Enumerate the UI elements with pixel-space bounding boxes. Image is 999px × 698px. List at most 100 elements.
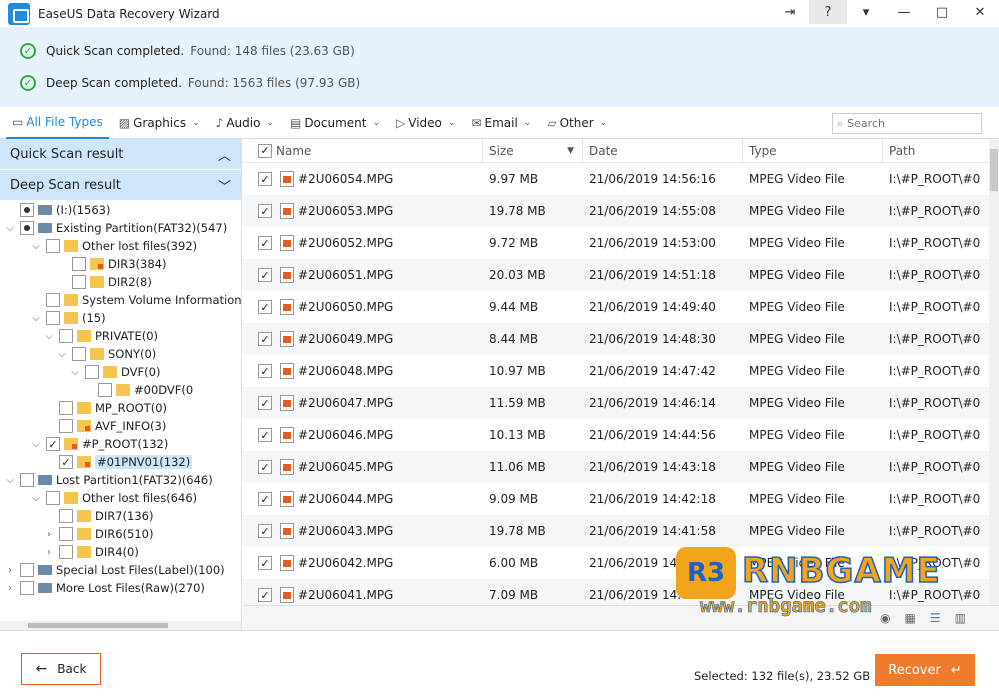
tree-checkbox[interactable] (72, 275, 86, 289)
tree-checkbox[interactable] (59, 419, 73, 433)
tree-node[interactable]: ⌵ DVF(0) (69, 363, 160, 381)
file-row[interactable]: ✓ #2U06054.MPG 9.97 MB 21/06/2019 14:56:16 M… (243, 163, 999, 195)
tree-node[interactable]: (I:)(1563) (4, 201, 110, 219)
back-button[interactable]: ← Back (21, 653, 101, 685)
file-checkbox[interactable]: ✓ (258, 428, 272, 442)
help-icon[interactable]: ? (809, 0, 847, 24)
tree-checkbox[interactable] (72, 257, 86, 271)
tree-expand-icon[interactable]: ⌵ (69, 367, 81, 378)
tree-node[interactable]: › DIR6(510) (43, 525, 153, 543)
tree-node[interactable]: ⌵ SONY(0) (56, 345, 156, 363)
column-path[interactable]: Path (883, 139, 989, 163)
file-checkbox[interactable]: ✓ (258, 556, 272, 570)
select-all-checkbox[interactable]: ✓ (258, 143, 272, 158)
file-row[interactable]: ✓ #2U06050.MPG 9.44 MB 21/06/2019 14:49:40 M… (243, 291, 999, 323)
tree-collapse-icon[interactable]: › (43, 547, 55, 558)
tree-node[interactable]: ⌵ Other lost files(646) (30, 489, 197, 507)
tree-node[interactable]: DIR7(136) (43, 507, 153, 525)
file-checkbox[interactable]: ✓ (258, 396, 272, 410)
tree-collapse-icon[interactable]: › (4, 565, 16, 576)
file-row[interactable]: ✓ #2U06042.MPG 6.00 MB 21/06/2019 14: MPEG V… (243, 547, 999, 579)
tree-node[interactable]: ⌵ PRIVATE(0) (43, 327, 158, 345)
filter-tab-all-file-types[interactable]: ▭ All File Types (6, 107, 109, 139)
file-row[interactable]: ✓ #2U06043.MPG 19.78 MB 21/06/2019 14:41:58… (243, 515, 999, 547)
menu-dropdown-icon[interactable]: ▾ (847, 0, 885, 24)
tree-checkbox[interactable] (20, 581, 34, 595)
file-list-vertical-scrollbar[interactable] (989, 139, 999, 605)
file-checkbox[interactable]: ✓ (258, 268, 272, 282)
file-checkbox[interactable]: ✓ (258, 524, 272, 538)
tree-checkbox[interactable]: ✓ (59, 455, 73, 469)
column-size[interactable]: Size ▼ (483, 139, 583, 163)
file-row[interactable]: ✓ #2U06052.MPG 9.72 MB 21/06/2019 14:53:00 M… (243, 227, 999, 259)
tree-checkbox[interactable] (72, 347, 86, 361)
tree-checkbox[interactable] (20, 203, 34, 217)
close-icon[interactable]: ✕ (961, 0, 999, 24)
filter-tab-audio[interactable]: ♪ Audio ⌄ (210, 107, 280, 139)
tree-node[interactable]: DIR2(8) (56, 273, 152, 291)
file-checkbox[interactable]: ✓ (258, 300, 272, 314)
maximize-icon[interactable]: □ (923, 0, 961, 24)
thumbnail-view-icon[interactable]: ▦ (904, 611, 915, 625)
recover-button[interactable]: Recover ↵ (875, 654, 975, 686)
filter-tab-email[interactable]: ✉ Email ⌄ (465, 107, 537, 139)
file-row[interactable]: ✓ #2U06049.MPG 8.44 MB 21/06/2019 14:48:30 M… (243, 323, 999, 355)
tree-node[interactable]: AVF_INFO(3) (43, 417, 166, 435)
tree-node[interactable]: ⌵ ✓ #P_ROOT(132) (30, 435, 168, 453)
tree-collapse-icon[interactable]: › (43, 529, 55, 540)
deep-scan-result-header[interactable]: Deep Scan result ﹀ (0, 170, 241, 201)
file-row[interactable]: ✓ #2U06047.MPG 11.59 MB 21/06/2019 14:46:14… (243, 387, 999, 419)
tree-checkbox[interactable] (46, 311, 60, 325)
chevron-down-icon[interactable]: ⌄ (524, 118, 532, 128)
file-checkbox[interactable]: ✓ (258, 492, 272, 506)
tree-checkbox[interactable] (20, 473, 34, 487)
chevron-down-icon[interactable]: ⌄ (448, 118, 456, 128)
column-type[interactable]: Type (743, 139, 883, 163)
column-date[interactable]: Date (583, 139, 743, 163)
filter-tab-video[interactable]: ▷ Video ⌄ (390, 107, 461, 139)
chevron-down-icon[interactable]: ⌄ (192, 118, 200, 128)
file-row[interactable]: ✓ #2U06044.MPG 9.09 MB 21/06/2019 14:42:18 M… (243, 483, 999, 515)
column-name[interactable]: ✓ Name (243, 139, 483, 163)
filter-tab-document[interactable]: ▤ Document ⌄ (284, 107, 386, 139)
tree-node[interactable]: › More Lost Files(Raw)(270) (4, 579, 205, 597)
tree-checkbox[interactable] (98, 383, 112, 397)
tree-node[interactable]: ⌵ Existing Partition(FAT32)(547) (4, 219, 227, 237)
detail-pane-icon[interactable]: ▥ (955, 611, 966, 625)
tree-expand-icon[interactable]: ⌵ (30, 493, 42, 504)
search-box[interactable]: ⌕ (832, 113, 982, 134)
tree-expand-icon[interactable]: ⌵ (30, 313, 42, 324)
tree-node[interactable]: ⌵ Lost Partition1(FAT32)(646) (4, 471, 213, 489)
file-checkbox[interactable]: ✓ (258, 332, 272, 346)
tree-node[interactable]: ✓ #01PNV01(132) (43, 453, 193, 471)
file-checkbox[interactable]: ✓ (258, 364, 272, 378)
chevron-down-icon[interactable]: ⌄ (266, 118, 274, 128)
file-row[interactable]: ✓ #2U06053.MPG 19.78 MB 21/06/2019 14:55:08… (243, 195, 999, 227)
tree-checkbox[interactable] (20, 221, 34, 235)
tree-horizontal-scrollbar[interactable] (0, 621, 241, 630)
chevron-down-icon[interactable]: ⌄ (372, 118, 380, 128)
tree-checkbox[interactable] (59, 401, 73, 415)
tree-expand-icon[interactable]: ⌵ (4, 475, 16, 486)
preview-eye-icon[interactable]: ◉ (880, 611, 890, 625)
chevron-down-icon[interactable]: ⌄ (600, 118, 608, 128)
tree-node[interactable]: › Special Lost Files(Label)(100) (4, 561, 225, 579)
file-checkbox[interactable]: ✓ (258, 204, 272, 218)
tree-node[interactable]: #00DVF(0 (82, 381, 193, 399)
tree-expand-icon[interactable]: ⌵ (30, 241, 42, 252)
tree-checkbox[interactable] (85, 365, 99, 379)
quick-scan-result-header[interactable]: Quick Scan result ︿ (0, 139, 241, 170)
file-row[interactable]: ✓ #2U06046.MPG 10.13 MB 21/06/2019 14:44:56… (243, 419, 999, 451)
filter-tab-other[interactable]: ▱ Other ⌄ (541, 107, 613, 139)
tree-expand-icon[interactable]: ⌵ (56, 349, 68, 360)
file-row[interactable]: ✓ #2U06051.MPG 20.03 MB 21/06/2019 14:51:18… (243, 259, 999, 291)
tree-checkbox[interactable] (59, 509, 73, 523)
tree-checkbox[interactable] (59, 329, 73, 343)
file-row[interactable]: ✓ #2U06048.MPG 10.97 MB 21/06/2019 14:47:42… (243, 355, 999, 387)
list-view-icon[interactable]: ☰ (930, 611, 941, 625)
tree-expand-icon[interactable]: ⌵ (30, 439, 42, 450)
file-checkbox[interactable]: ✓ (258, 236, 272, 250)
tree-node[interactable]: System Volume Information(2 (30, 291, 241, 309)
tree-checkbox[interactable] (59, 545, 73, 559)
minimize-icon[interactable]: — (885, 0, 923, 24)
